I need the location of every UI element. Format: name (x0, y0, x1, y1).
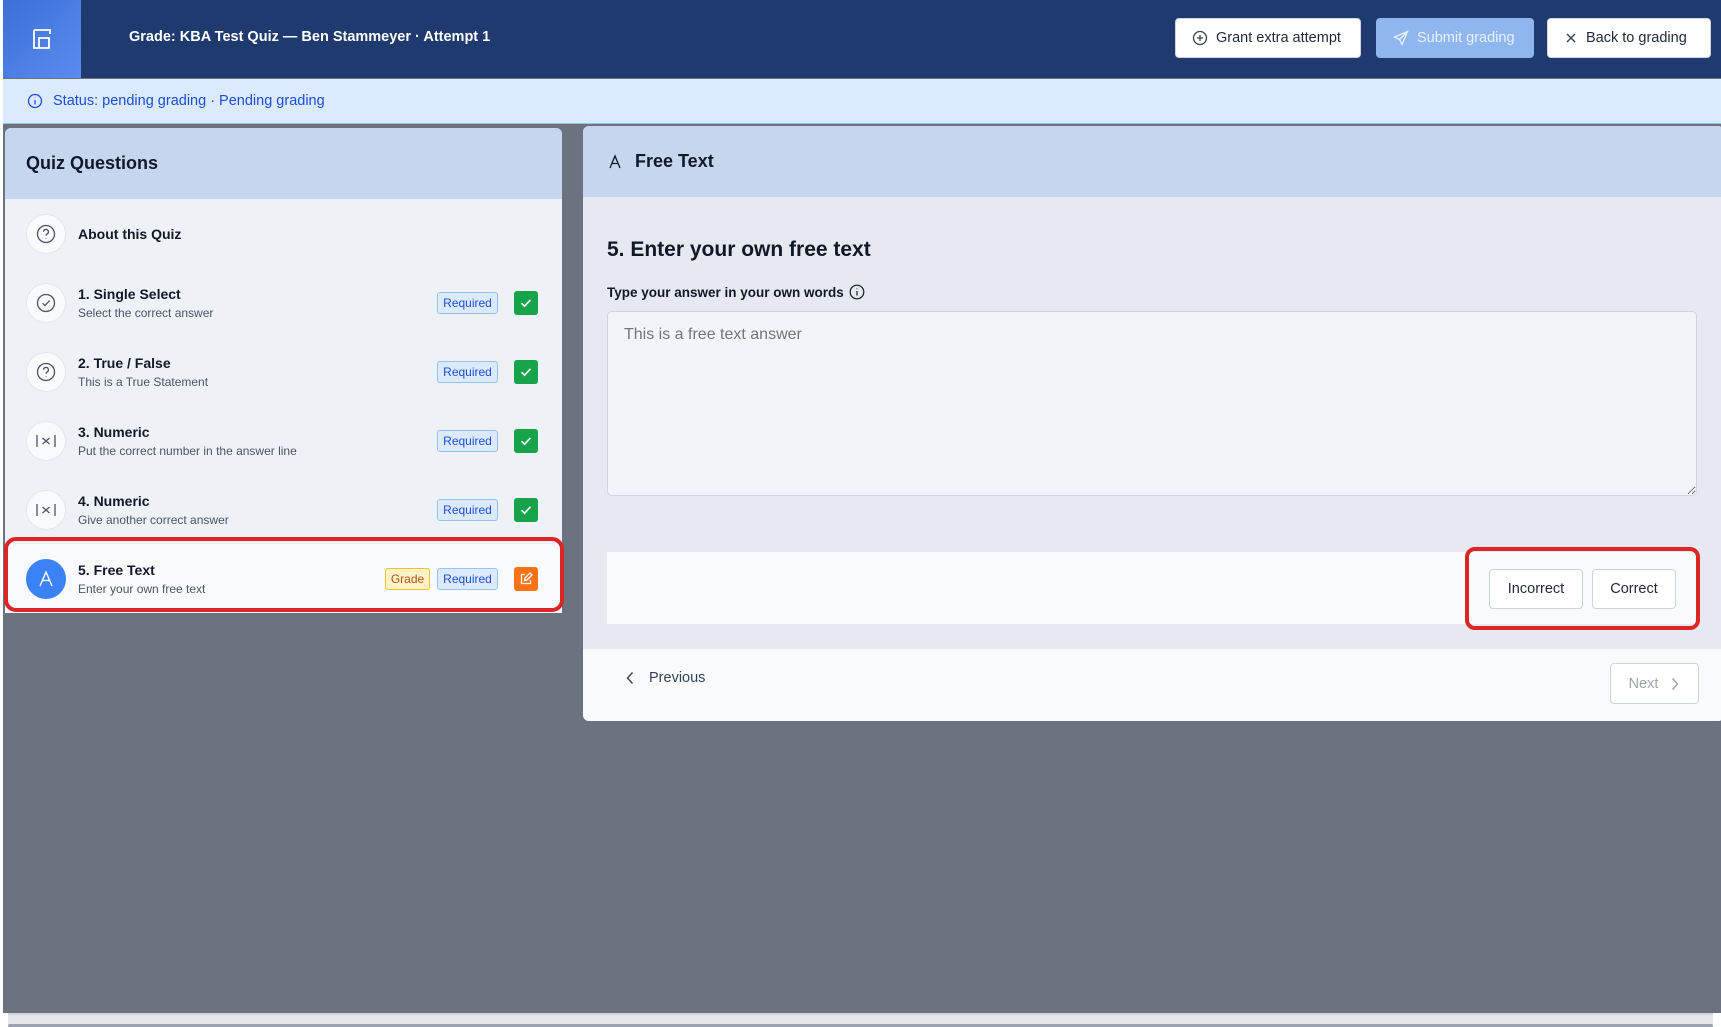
question-panel: Free Text 5. Enter your own free text Ty… (583, 126, 1721, 721)
app-frame: Grade: KBA Test Quiz — Ben Stammeyer · A… (3, 0, 1721, 1013)
sidebar-item-true-false[interactable]: 2. True / False This is a True Statement… (5, 337, 562, 406)
free-text-answer-field[interactable] (607, 311, 1697, 496)
answer-label: Type your answer in your own words (607, 284, 865, 300)
question-type-title: Free Text (635, 151, 714, 171)
completed-check-icon (514, 359, 538, 384)
submit-grading-button[interactable]: Submit grading (1376, 18, 1534, 58)
submit-grading-label: Submit grading (1417, 30, 1515, 46)
back-to-grading-label: Back to grading (1586, 30, 1687, 46)
plus-circle-icon (1192, 30, 1208, 46)
sidebar-item-label: 5. Free Text (78, 561, 155, 578)
completed-check-icon (514, 290, 538, 315)
status-banner: Status: pending grading · Pending gradin… (3, 79, 1721, 124)
sidebar-item-numeric-4[interactable]: 4. Numeric Give another correct answer R… (5, 475, 562, 544)
grade-badge: Grade (385, 567, 430, 590)
sidebar-item-label: 4. Numeric (78, 492, 150, 509)
sidebar-item-label: 2. True / False (78, 354, 171, 371)
correct-button[interactable]: Correct (1592, 569, 1676, 609)
required-badge: Required (437, 567, 498, 590)
sidebar-item-free-text[interactable]: 5. Free Text Enter your own free text Gr… (5, 544, 562, 613)
status-text: Status: pending grading · Pending gradin… (53, 93, 325, 109)
question-circle-icon (26, 213, 66, 254)
sidebar-item-subtitle: Enter your own free text (78, 581, 206, 596)
sidebar-item-numeric-3[interactable]: 3. Numeric Put the correct number in the… (5, 406, 562, 475)
previous-button[interactable]: Previous (625, 670, 705, 686)
next-label: Next (1628, 675, 1659, 692)
question-heading: 5. Enter your own free text (607, 238, 871, 261)
grant-extra-attempt-label: Grant extra attempt (1216, 30, 1341, 46)
back-to-grading-button[interactable]: Back to grading (1547, 18, 1711, 58)
info-icon[interactable] (849, 284, 865, 300)
edit-icon[interactable] (514, 566, 538, 591)
sidebar-item-subtitle: Put the correct number in the answer lin… (78, 443, 297, 458)
required-badge: Required (437, 498, 498, 521)
question-circle-icon (26, 351, 66, 392)
page-title: Grade: KBA Test Quiz — Ben Stammeyer · A… (129, 29, 491, 45)
required-badge: Required (437, 429, 498, 452)
completed-check-icon (514, 428, 538, 453)
question-type-header: Free Text (583, 126, 1721, 197)
sidebar-item-subtitle: This is a True Statement (78, 374, 209, 389)
text-type-icon (609, 153, 621, 168)
incorrect-button[interactable]: Incorrect (1489, 569, 1583, 609)
completed-check-icon (514, 497, 538, 522)
sidebar-item-subtitle: Select the correct answer (78, 305, 214, 320)
horizontal-scrollbar[interactable] (8, 1013, 1713, 1027)
check-circle-icon (26, 282, 66, 323)
send-icon (1393, 30, 1409, 46)
chevron-left-icon (626, 672, 634, 684)
numeric-variable-icon (26, 489, 66, 530)
sidebar-item-single-select[interactable]: 1. Single Select Select the correct answ… (5, 268, 562, 337)
chevron-right-icon (1672, 677, 1679, 690)
close-icon (1566, 33, 1576, 43)
top-bar: Grade: KBA Test Quiz — Ben Stammeyer · A… (3, 0, 1721, 78)
required-badge: Required (437, 291, 498, 314)
previous-label: Previous (649, 670, 706, 686)
answer-label-text: Type your answer in your own words (607, 284, 844, 300)
info-icon (27, 93, 43, 109)
sidebar-item-label: About this Quiz (78, 225, 182, 242)
sidebar-item-label: 3. Numeric (78, 423, 150, 440)
numeric-variable-icon (26, 420, 66, 461)
next-button[interactable]: Next (1610, 663, 1699, 704)
sidebar-item-about[interactable]: About this Quiz (5, 199, 562, 268)
question-navigation: Previous Next (583, 649, 1721, 721)
sidebar-item-label: 1. Single Select (78, 285, 181, 302)
text-type-icon (26, 558, 66, 599)
quiz-questions-heading: Quiz Questions (5, 128, 562, 199)
quiz-questions-panel: Quiz Questions About this Quiz 1. Single… (5, 128, 562, 613)
required-badge: Required (437, 360, 498, 383)
grant-extra-attempt-button[interactable]: Grant extra attempt (1175, 18, 1361, 58)
quiz-logo-icon[interactable] (3, 0, 81, 78)
sidebar-item-subtitle: Give another correct answer (78, 512, 229, 527)
